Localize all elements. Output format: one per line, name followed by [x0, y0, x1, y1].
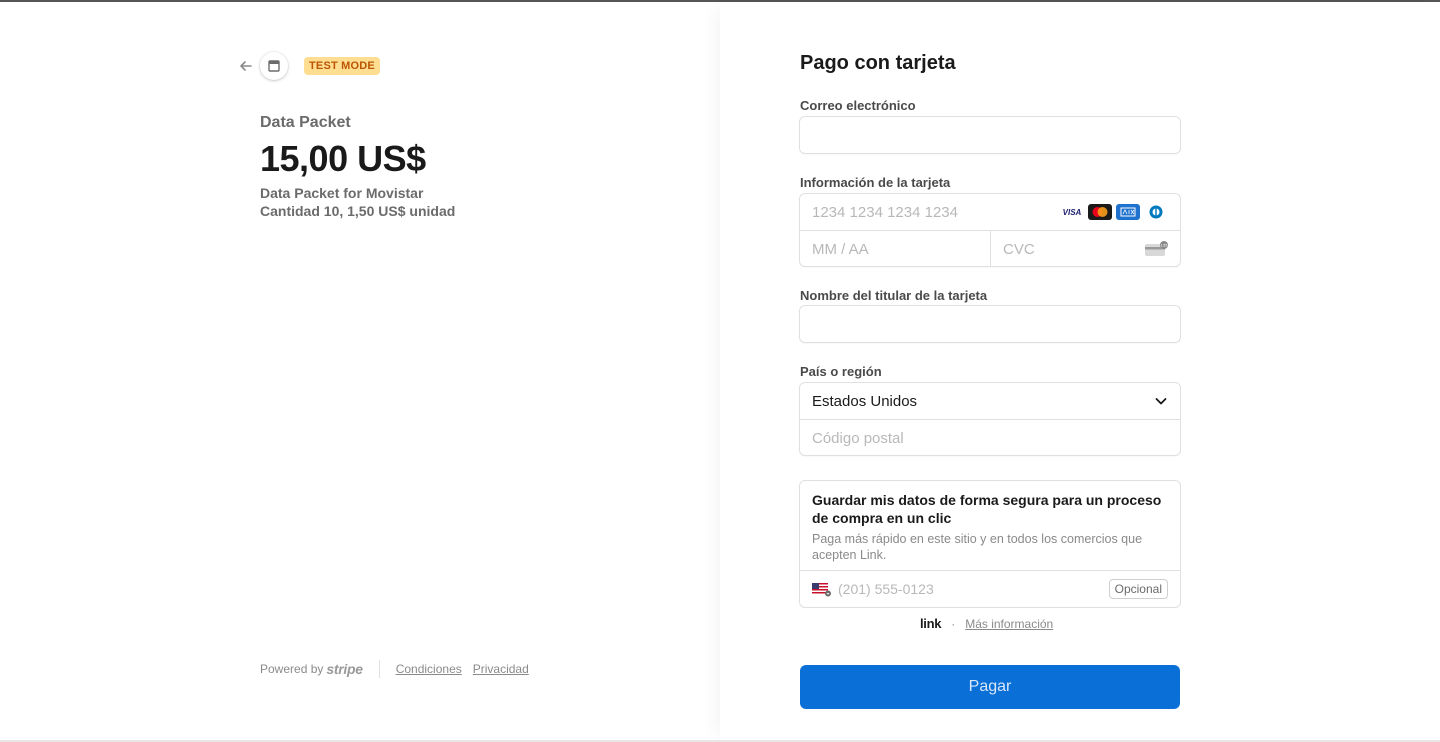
link-logo: link: [920, 616, 942, 631]
optional-tag: Opcional: [1108, 579, 1168, 599]
product-name: Data Packet: [260, 114, 351, 131]
chevron-down-icon: [1155, 398, 1167, 405]
link-footer: link · Más información: [920, 616, 1053, 631]
cvc-card-icon: 135: [1145, 241, 1169, 262]
mastercard-icon: [1088, 204, 1112, 220]
postal-code-input[interactable]: [800, 420, 1180, 456]
product-quantity: Cantidad 10, 1,50 US$ unidad: [260, 203, 456, 219]
card-brands: VISA: [1060, 204, 1168, 220]
country-select[interactable]: Estados Unidos: [800, 383, 1180, 419]
phone-row: Opcional: [800, 570, 1180, 607]
country-label: País o región: [800, 364, 882, 379]
email-label: Correo electrónico: [800, 98, 916, 113]
us-flag-icon[interactable]: [812, 581, 832, 597]
store-icon[interactable]: [260, 52, 288, 80]
back-arrow-icon[interactable]: [236, 56, 256, 76]
cardholder-label: Nombre del titular de la tarjeta: [800, 288, 988, 303]
expiry-input[interactable]: [800, 231, 990, 267]
payment-form-pane: Pago con tarjeta Correo electrónico Info…: [720, 2, 1440, 742]
card-info-group: VISA 135: [799, 193, 1181, 267]
cardholder-field-wrapper: [799, 305, 1181, 343]
email-field-wrapper: [799, 116, 1181, 154]
powered-by-stripe[interactable]: Powered by stripe: [260, 661, 363, 677]
amex-icon: [1116, 204, 1140, 220]
terms-link[interactable]: Condiciones: [396, 662, 462, 676]
more-info-link[interactable]: Más información: [965, 617, 1053, 631]
form-title: Pago con tarjeta: [800, 52, 956, 74]
link-save-box: Guardar mis datos de forma segura para u…: [799, 480, 1181, 608]
diners-icon: [1144, 204, 1168, 220]
link-footer-separator: ·: [951, 616, 956, 631]
country-value: Estados Unidos: [812, 392, 918, 410]
card-info-label: Información de la tarjeta: [800, 175, 951, 190]
test-mode-badge: TEST MODE: [304, 57, 380, 75]
footer: Powered by stripe Condiciones Privacidad: [260, 660, 540, 678]
powered-by-label: Powered by: [260, 662, 324, 676]
link-save-subtitle: Paga más rápido en este sitio y en todos…: [812, 532, 1143, 562]
privacy-link[interactable]: Privacidad: [473, 662, 529, 676]
link-save-title: Guardar mis datos de forma segura para u…: [812, 492, 1162, 526]
phone-input[interactable]: [832, 581, 1109, 597]
stripe-logo: stripe: [326, 661, 363, 677]
order-summary-pane: TEST MODE Data Packet 15,00 US$ Data Pac…: [0, 2, 720, 742]
svg-text:135: 135: [1161, 243, 1168, 248]
footer-divider: [378, 660, 380, 678]
address-group: Estados Unidos: [799, 382, 1181, 456]
visa-icon: VISA: [1060, 204, 1084, 220]
product-price: 15,00 US$: [260, 138, 426, 179]
email-field[interactable]: [800, 117, 1180, 153]
pay-button[interactable]: Pagar: [800, 665, 1180, 709]
product-description: Data Packet for Movistar: [260, 185, 424, 201]
cardholder-input[interactable]: [800, 306, 1180, 342]
